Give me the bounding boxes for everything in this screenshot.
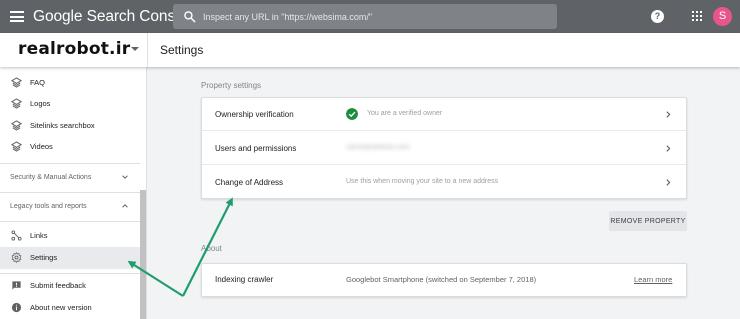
- layers-icon: [11, 77, 22, 88]
- chevron-right-icon: [666, 145, 671, 152]
- sidebar-item-label: FAQ: [30, 78, 46, 87]
- top-app-bar: Google Search Console ? S: [0, 0, 740, 33]
- property-selector[interactable]: realrobot.ir: [0, 33, 147, 67]
- sidebar-item-label: Submit feedback: [30, 281, 86, 290]
- sidebar-item-label: Links: [30, 231, 48, 240]
- sidebar-item-settings[interactable]: Settings: [0, 247, 140, 269]
- page-title: Settings: [160, 43, 204, 57]
- links-icon: [11, 230, 22, 241]
- hamburger-menu-icon[interactable]: [10, 11, 24, 22]
- row-description: name@website.com: [346, 144, 410, 151]
- search-icon: [184, 11, 196, 23]
- sidebar-section-security[interactable]: Security & Manual Actions: [0, 164, 140, 192]
- sidebar-item-logos[interactable]: Logos: [0, 93, 140, 115]
- help-icon[interactable]: ?: [651, 10, 664, 23]
- row-title: Ownership verification: [215, 110, 294, 119]
- sidebar-scrollbar[interactable]: [140, 190, 146, 319]
- chevron-down-icon: [122, 175, 128, 179]
- header-divider: [147, 33, 148, 67]
- sidebar-item-sitelinks-searchbox[interactable]: Sitelinks searchbox: [0, 115, 140, 137]
- page-header: realrobot.ir Settings: [0, 33, 740, 67]
- check-circle-icon: [346, 108, 358, 120]
- sidebar-item-submit-feedback[interactable]: Submit feedback: [0, 275, 140, 297]
- chevron-right-icon: [666, 111, 671, 118]
- sidebar-item-faq[interactable]: FAQ: [0, 72, 140, 94]
- row-title: Change of Address: [215, 178, 284, 187]
- indexing-crawler-label: Indexing crawler: [215, 275, 274, 284]
- row-title: Users and permissions: [215, 144, 297, 153]
- layers-icon: [11, 98, 22, 109]
- layers-icon: [11, 120, 22, 131]
- sidebar-section-label: Security & Manual Actions: [10, 174, 92, 181]
- sidebar-divider: [0, 273, 140, 274]
- sidebar-item-about-new-version[interactable]: About new version: [0, 297, 140, 319]
- sidebar-divider: [0, 221, 140, 222]
- property-name: realrobot.ir: [18, 39, 131, 59]
- row-description: Use this when moving your site to a new …: [346, 178, 499, 185]
- sidebar-item-label: Settings: [30, 253, 58, 262]
- learn-more-link[interactable]: Learn more: [634, 275, 672, 284]
- layers-icon: [11, 141, 22, 152]
- change-of-address-row[interactable]: Change of Address Use this when moving y…: [202, 166, 686, 199]
- apps-grid-icon[interactable]: [692, 11, 702, 21]
- caret-down-icon: [131, 47, 139, 51]
- app-title[interactable]: Google Search Console: [33, 8, 196, 26]
- sidebar-item-label: Videos: [30, 142, 53, 151]
- info-icon: [11, 302, 22, 313]
- about-card: Indexing crawler Googlebot Smartphone (s…: [201, 263, 687, 297]
- sidebar-item-label: About new version: [30, 303, 92, 312]
- avatar[interactable]: S: [713, 7, 732, 26]
- gear-icon: [11, 252, 22, 263]
- sidebar-section-legacy-tools[interactable]: Legacy tools and reports: [0, 193, 140, 221]
- feedback-icon: [12, 281, 21, 290]
- url-inspection-search[interactable]: [173, 4, 557, 29]
- sidebar-item-label: Sitelinks searchbox: [30, 121, 95, 130]
- sidebar-item-videos[interactable]: Videos: [0, 136, 140, 158]
- indexing-crawler-value: Googlebot Smartphone (switched on Septem…: [346, 275, 537, 284]
- sidebar-item-label: Logos: [30, 99, 51, 108]
- search-input[interactable]: [203, 4, 548, 29]
- users-and-permissions-row[interactable]: Users and permissions name@website.com: [202, 132, 686, 165]
- property-settings-card: Ownership verification You are a verifie…: [201, 97, 687, 199]
- remove-property-button[interactable]: REMOVE PROPERTY: [609, 211, 687, 231]
- sidebar-item-links[interactable]: Links: [0, 225, 140, 247]
- sidebar-nav: FAQ Logos Sitelinks searchbox Videos Sec…: [0, 67, 147, 319]
- sidebar-section-label: Legacy tools and reports: [10, 203, 87, 210]
- about-heading: About: [201, 244, 222, 253]
- row-description: You are a verified owner: [367, 110, 443, 117]
- ownership-verification-row[interactable]: Ownership verification You are a verifie…: [202, 98, 686, 131]
- chevron-right-icon: [666, 179, 671, 186]
- chevron-up-icon: [122, 204, 128, 208]
- property-settings-heading: Property settings: [201, 81, 262, 90]
